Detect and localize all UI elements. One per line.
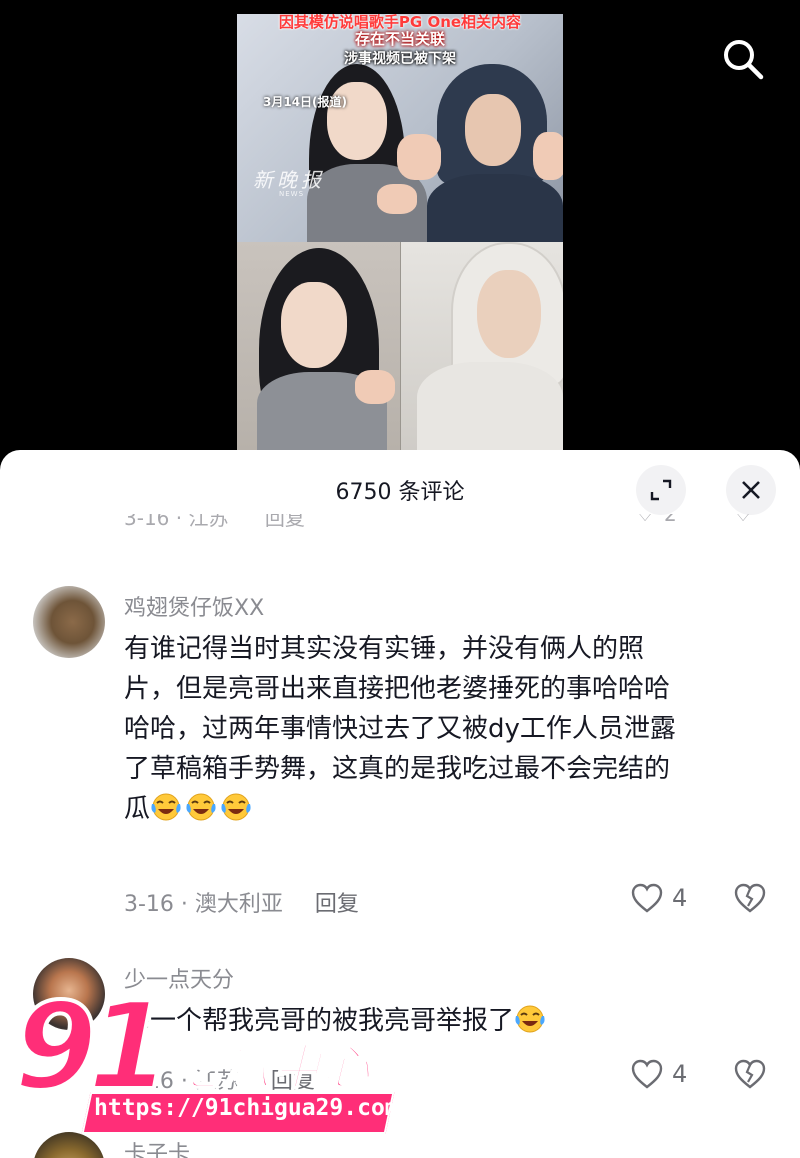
press-logo-sub: NEWS xyxy=(279,190,305,198)
laughing-crying-emoji-icon xyxy=(515,1005,545,1033)
heart-icon xyxy=(631,883,663,913)
like-button[interactable]: 4 xyxy=(630,1058,687,1090)
watermark-logo-number: 91 xyxy=(12,978,173,1117)
comment-line: 哈哈，过两年事情快过去了又被dy工作人员泄露 xyxy=(124,714,676,744)
expand-icon xyxy=(650,479,672,501)
video-caption-1: 因其模仿说唱歌手PG One相关内容 xyxy=(278,14,522,31)
watermark-url: https://91chigua29.com xyxy=(94,1095,399,1121)
comment-username[interactable]: 卡子卡 xyxy=(124,1136,190,1158)
reply-button[interactable]: 回复 xyxy=(265,514,305,530)
broken-heart-icon[interactable] xyxy=(733,1058,767,1090)
close-icon xyxy=(742,481,760,499)
comment-line-last: 瓜 xyxy=(124,789,774,829)
heart-icon xyxy=(631,1059,663,1089)
video-date-badge: 3月14日(报道) xyxy=(263,95,348,109)
figure-hand xyxy=(377,184,417,214)
figure-face xyxy=(281,282,347,368)
laughing-crying-emoji-icon xyxy=(186,793,216,821)
expand-button[interactable] xyxy=(636,465,686,515)
broken-heart-icon[interactable] xyxy=(733,882,767,914)
emoji-group xyxy=(514,1005,549,1036)
dislike-icon[interactable]: ♡ xyxy=(734,514,752,526)
comment-meta: 3-16 · 江苏 xyxy=(124,514,229,530)
press-logo: 新晚报 xyxy=(253,168,325,192)
figure-hand xyxy=(533,132,563,180)
split-divider xyxy=(400,242,401,450)
comment-line: 了草稿箱手势舞，这真的是我吃过最不会完结的 xyxy=(124,754,671,784)
reply-button[interactable]: 回复 xyxy=(315,892,359,917)
emoji-group xyxy=(150,793,255,824)
screen: 因其模仿说唱歌手PG One相关内容 存在不当关联 涉事视频已被下架 3月14日… xyxy=(0,0,800,1158)
comment-meta-row: 3-16 · 澳大利亚 回复 xyxy=(124,886,359,918)
comment-username[interactable]: 鸡翅煲仔饭XX xyxy=(124,590,264,622)
avatar[interactable] xyxy=(33,586,105,658)
comment-meta: 3-16 · 澳大利亚 xyxy=(124,892,283,917)
like-count: 2 xyxy=(664,514,677,526)
video-frame-top: 因其模仿说唱歌手PG One相关内容 存在不当关联 涉事视频已被下架 3月14日… xyxy=(237,14,563,254)
comment-text: 有谁记得当时其实没有实锤，并没有俩人的照 片，但是亮哥出来直接把他老婆捶死的事哈… xyxy=(124,629,774,829)
like-button[interactable]: 4 xyxy=(630,882,687,914)
comment-line: 有谁记得当时其实没有实锤，并没有俩人的照 xyxy=(124,634,645,664)
video-caption-3: 涉事视频已被下架 xyxy=(344,51,456,67)
figure-hand xyxy=(355,370,395,404)
avatar[interactable] xyxy=(33,1132,105,1158)
previous-comment-meta: 3-16 · 江苏 回复 ♡ 2 ♡ xyxy=(124,514,784,538)
figure-face xyxy=(477,270,541,358)
video-player[interactable]: 因其模仿说唱歌手PG One相关内容 存在不当关联 涉事视频已被下架 3月14日… xyxy=(237,14,563,450)
comment-line: 瓜 xyxy=(124,794,151,824)
laughing-crying-emoji-icon xyxy=(221,793,251,821)
search-icon[interactable] xyxy=(720,36,766,82)
figure-hand xyxy=(397,134,441,180)
comment-line: 片，但是亮哥出来直接把他老婆捶死的事哈哈哈 xyxy=(124,674,671,704)
close-button[interactable] xyxy=(726,465,776,515)
figure-face xyxy=(465,94,521,166)
like-count: 4 xyxy=(672,1060,688,1088)
video-caption-2: 存在不当关联 xyxy=(354,30,445,48)
like-icon[interactable]: ♡ xyxy=(636,514,654,526)
figure-body xyxy=(417,362,563,450)
watermark-logo-name: 吃瓜中心 xyxy=(171,1039,373,1097)
like-count: 4 xyxy=(672,884,688,912)
laughing-crying-emoji-icon xyxy=(151,793,181,821)
